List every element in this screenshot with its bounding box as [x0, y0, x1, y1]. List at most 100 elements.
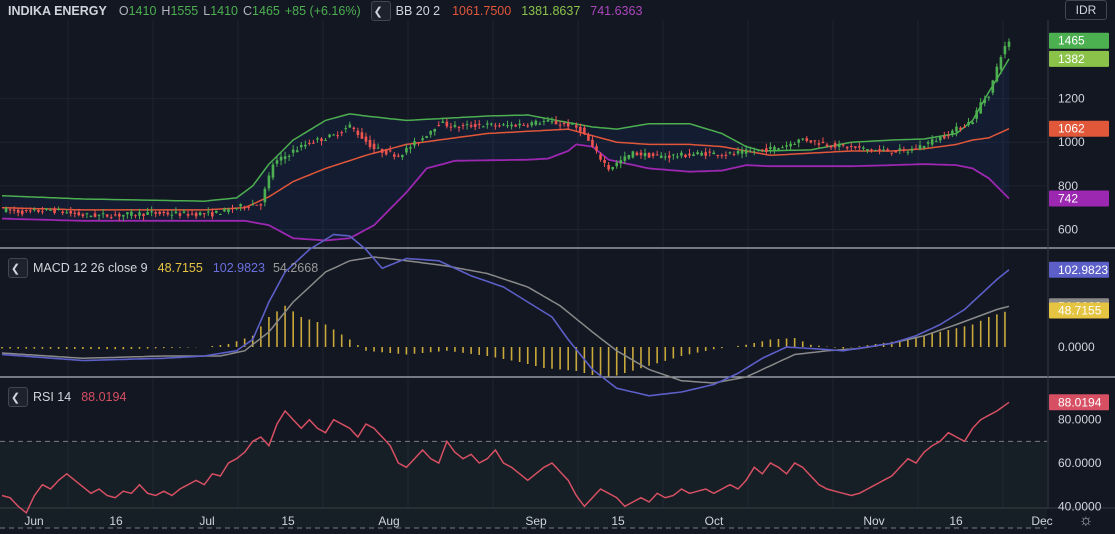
candle — [522, 124, 525, 126]
candle — [308, 142, 311, 144]
rsi-tick-label: 60.0000 — [1058, 456, 1102, 470]
candle — [162, 211, 166, 214]
candle — [599, 154, 602, 160]
candle — [57, 208, 60, 210]
candle — [566, 123, 570, 127]
open-value: 1410 — [128, 4, 157, 18]
candle — [202, 213, 206, 215]
candle — [639, 152, 643, 156]
macd-label: MACD 12 26 close 9 — [33, 261, 148, 275]
time-tick-label: Sep — [525, 514, 547, 528]
candle — [429, 131, 432, 135]
candle — [397, 155, 400, 157]
price-tick-label: 600 — [1058, 223, 1078, 237]
candle — [287, 155, 291, 157]
macd-legend: ❮ MACD 12 26 close 9 48.7155 102.9823 54… — [8, 258, 323, 278]
collapse-bb-button[interactable]: ❮ — [370, 1, 391, 21]
candle — [765, 148, 768, 152]
currency-selector[interactable]: IDR — [1065, 0, 1107, 20]
high-value: 1555 — [170, 4, 199, 18]
candle — [473, 124, 477, 127]
candle — [37, 210, 40, 212]
candle — [947, 135, 950, 137]
candle — [942, 136, 946, 139]
candle — [384, 149, 388, 155]
collapse-rsi-button[interactable]: ❮ — [8, 387, 28, 407]
time-tick-label: Aug — [378, 514, 399, 528]
candle — [769, 146, 772, 150]
candle — [150, 211, 153, 213]
close-label: C — [243, 4, 253, 18]
candle — [595, 146, 598, 151]
candle — [870, 149, 873, 151]
rsi-label: RSI 14 — [33, 390, 72, 404]
candle — [441, 121, 445, 123]
candle — [198, 212, 202, 215]
candle — [401, 154, 404, 158]
candle — [469, 125, 473, 127]
candle — [190, 213, 194, 215]
candle — [364, 136, 368, 142]
candle — [959, 127, 962, 130]
candle — [45, 208, 48, 210]
candle — [866, 148, 869, 151]
candle — [8, 209, 12, 211]
candle — [918, 145, 922, 150]
candle — [979, 102, 982, 114]
candle — [304, 144, 307, 147]
candle — [676, 156, 679, 158]
candle — [938, 136, 942, 141]
rsi-value: 88.0194 — [81, 390, 127, 404]
macd-hist-value: 48.7155 — [157, 261, 203, 275]
candle — [914, 148, 918, 150]
chevron-left-icon: ❮ — [10, 391, 21, 404]
candle — [93, 213, 97, 217]
candle — [534, 120, 538, 125]
candle — [995, 66, 999, 82]
candle — [716, 154, 720, 156]
macd-value-label: 48.7155 — [1058, 303, 1102, 317]
candle — [61, 211, 64, 214]
candle — [562, 122, 566, 124]
candle — [97, 214, 101, 216]
time-tick-label: Dec — [1031, 514, 1052, 528]
candle — [360, 132, 364, 139]
candle — [340, 132, 344, 134]
candle — [122, 214, 125, 217]
candle — [251, 204, 255, 206]
candle — [890, 152, 894, 154]
collapse-macd-button[interactable]: ❮ — [8, 258, 28, 278]
candle — [186, 214, 190, 216]
candle — [154, 212, 157, 214]
candle — [975, 110, 978, 119]
candle — [761, 149, 764, 151]
candle — [902, 149, 906, 151]
candle — [259, 204, 263, 206]
candle — [651, 153, 655, 156]
time-tick-label: 16 — [949, 514, 963, 528]
candle — [882, 149, 885, 151]
candle — [688, 153, 691, 156]
candle — [105, 214, 109, 217]
candle — [481, 126, 485, 128]
candle — [510, 124, 513, 127]
candle — [109, 217, 113, 219]
candle — [546, 120, 550, 122]
gear-icon[interactable]: ☼ — [1077, 512, 1095, 530]
candle — [134, 215, 137, 217]
candle — [720, 155, 724, 157]
candle — [380, 149, 384, 153]
candle — [1003, 46, 1007, 55]
candle — [845, 146, 849, 149]
candle — [49, 209, 52, 211]
candle — [413, 141, 416, 146]
candle — [12, 209, 16, 211]
currency-label: IDR — [1075, 3, 1097, 17]
candle — [101, 213, 105, 215]
candle — [878, 149, 881, 151]
candle — [271, 164, 275, 178]
candle — [33, 209, 36, 211]
candle — [29, 210, 32, 212]
candle — [983, 99, 987, 104]
candle — [680, 152, 683, 156]
